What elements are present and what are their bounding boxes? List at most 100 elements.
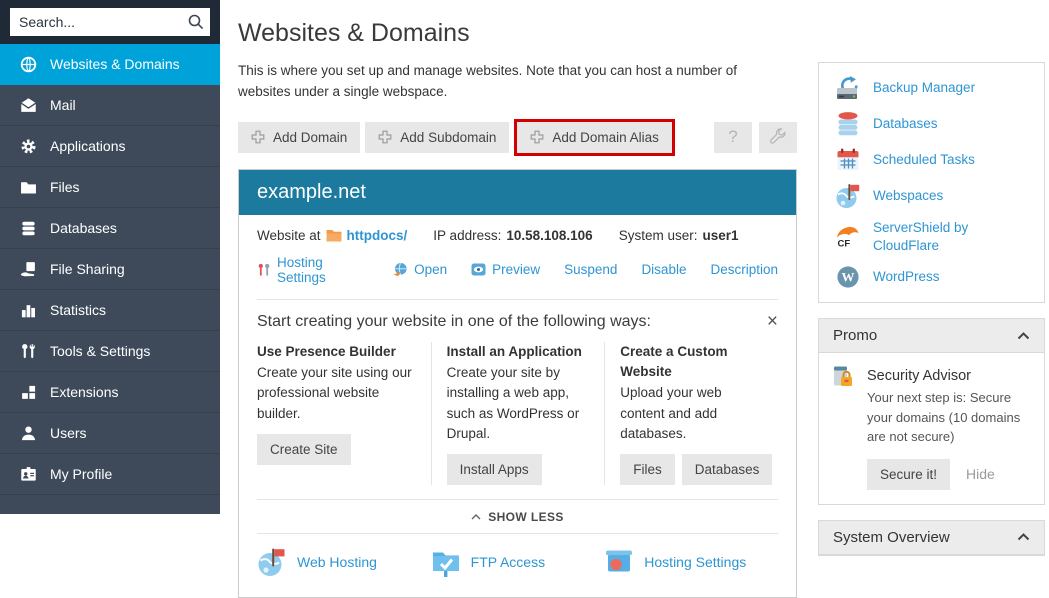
collapse-chevron-icon[interactable]	[1017, 533, 1030, 541]
add-subdomain-button[interactable]: Add Subdomain	[365, 122, 509, 153]
promo-title: Promo	[833, 327, 877, 344]
option-text: Create your site by installing a web app…	[447, 363, 590, 444]
wordpress-link[interactable]: W WordPress	[835, 259, 1028, 295]
system-overview-panel: System Overview	[818, 520, 1045, 556]
svg-text:CF: CF	[838, 238, 851, 249]
add-domain-alias-label: Add Domain Alias	[552, 130, 659, 145]
open-globe-icon	[393, 262, 408, 277]
add-domain-label: Add Domain	[273, 130, 347, 145]
cloudflare-icon: CF	[835, 224, 861, 250]
databases-shortcut-link[interactable]: Databases	[835, 106, 1028, 142]
start-section-header: Start creating your website in one of th…	[239, 300, 796, 340]
sidebar-item-label: Applications	[50, 138, 126, 154]
option-title: Install an Application	[447, 342, 590, 362]
domain-card: example.net Website at httpdocs/ IP addr…	[238, 169, 797, 598]
sidebar-item-users[interactable]: Users	[0, 413, 220, 454]
user-icon	[20, 425, 37, 442]
suspend-link[interactable]: Suspend	[564, 262, 617, 277]
sidebar-item-websites-domains[interactable]: Websites & Domains	[0, 44, 220, 85]
mail-icon	[20, 97, 37, 114]
sidebar-item-applications[interactable]: Applications	[0, 126, 220, 167]
globe-icon	[20, 56, 37, 73]
sidebar-item-statistics[interactable]: Statistics	[0, 290, 220, 331]
databases-button[interactable]: Databases	[682, 454, 773, 485]
sidebar-item-label: Users	[50, 425, 87, 441]
create-site-button[interactable]: Create Site	[257, 434, 351, 465]
option-title: Use Presence Builder	[257, 342, 416, 362]
file-sharing-icon	[20, 261, 37, 278]
add-domain-button[interactable]: Add Domain	[238, 122, 360, 153]
security-advisor-title: Security Advisor	[867, 368, 1031, 384]
option-text: Create your site using our professional …	[257, 363, 416, 424]
website-at-label: Website at	[257, 228, 321, 243]
servershield-link[interactable]: CF ServerShield by CloudFlare	[835, 214, 1028, 259]
backup-icon	[835, 75, 861, 101]
ip-value: 10.58.108.106	[506, 228, 592, 243]
httpdocs-link[interactable]: httpdocs/	[347, 228, 408, 243]
sidebar-item-label: My Profile	[50, 466, 112, 482]
sidebar-item-mail[interactable]: Mail	[0, 85, 220, 126]
option-presence-builder: Use Presence Builder Create your site us…	[257, 342, 431, 485]
search-input[interactable]	[10, 8, 210, 36]
description-link[interactable]: Description	[710, 262, 778, 277]
quick-links-row: Web Hosting FTP Access Hosting Settings	[239, 534, 796, 597]
hide-link[interactable]: Hide	[966, 466, 995, 482]
sidebar-item-label: Extensions	[50, 384, 118, 400]
plus-icon	[378, 130, 392, 144]
ftp-access-link[interactable]: FTP Access	[431, 547, 605, 577]
show-less-toggle[interactable]: SHOW LESS	[239, 500, 796, 533]
sidebar-item-file-sharing[interactable]: File Sharing	[0, 249, 220, 290]
sidebar-item-databases[interactable]: Databases	[0, 208, 220, 249]
files-button[interactable]: Files	[620, 454, 675, 485]
id-card-icon	[20, 466, 37, 483]
bar-chart-icon	[20, 302, 37, 319]
svg-text:W: W	[842, 270, 855, 285]
scheduled-tasks-link[interactable]: Scheduled Tasks	[835, 142, 1028, 178]
system-user-label: System user:	[619, 228, 698, 243]
close-icon[interactable]: ×	[767, 313, 778, 331]
sidebar-item-label: Statistics	[50, 302, 106, 318]
promo-header: Promo	[819, 319, 1044, 353]
domain-title: example.net	[239, 170, 796, 215]
option-text: Upload your web content and add database…	[620, 383, 763, 444]
gear-icon	[20, 138, 37, 155]
backup-manager-link[interactable]: Backup Manager	[835, 70, 1028, 106]
option-custom-website: Create a Custom Website Upload your web …	[604, 342, 778, 485]
folder-icon	[326, 229, 342, 242]
collapse-chevron-icon[interactable]	[1017, 332, 1030, 340]
plus-icon	[530, 130, 544, 144]
web-hosting-link[interactable]: Web Hosting	[257, 547, 431, 577]
eye-icon	[471, 262, 486, 277]
security-advisor-text: Your next step is: Secure your domains (…	[867, 388, 1031, 447]
system-overview-title: System Overview	[833, 529, 950, 546]
sidebar-item-extensions[interactable]: Extensions	[0, 372, 220, 413]
disable-link[interactable]: Disable	[641, 262, 686, 277]
page-description: This is where you set up and manage webs…	[238, 61, 786, 103]
start-title: Start creating your website in one of th…	[257, 313, 651, 331]
toolbar: Add Domain Add Subdomain Add Domain Alia…	[238, 119, 797, 156]
databases-icon	[835, 111, 861, 137]
search-icon[interactable]	[187, 13, 205, 31]
install-apps-button[interactable]: Install Apps	[447, 454, 542, 485]
open-site-link[interactable]: Open	[393, 262, 447, 277]
system-user-value: user1	[702, 228, 738, 243]
help-button[interactable]: ?	[714, 122, 752, 153]
bucket-icon	[604, 547, 634, 577]
plus-icon	[251, 130, 265, 144]
globe-flag-icon	[835, 183, 861, 209]
webspaces-link[interactable]: Webspaces	[835, 178, 1028, 214]
start-options: Use Presence Builder Create your site us…	[239, 340, 796, 499]
sidebar-item-my-profile[interactable]: My Profile	[0, 454, 220, 495]
secure-it-button[interactable]: Secure it!	[867, 459, 950, 490]
hosting-settings-quick-link[interactable]: Hosting Settings	[604, 547, 778, 577]
preview-link[interactable]: Preview	[471, 262, 540, 277]
tools-icon	[20, 343, 37, 360]
search-bar	[0, 0, 220, 44]
add-domain-alias-button[interactable]: Add Domain Alias	[517, 122, 672, 153]
sidebar-item-files[interactable]: Files	[0, 167, 220, 208]
page-title: Websites & Domains	[238, 19, 797, 48]
sidebar-item-tools-settings[interactable]: Tools & Settings	[0, 331, 220, 372]
settings-button[interactable]	[759, 122, 797, 153]
hosting-settings-link[interactable]: Hosting Settings	[257, 255, 369, 285]
domain-actions-row: Hosting Settings Open Preview Suspend Di…	[239, 243, 796, 299]
